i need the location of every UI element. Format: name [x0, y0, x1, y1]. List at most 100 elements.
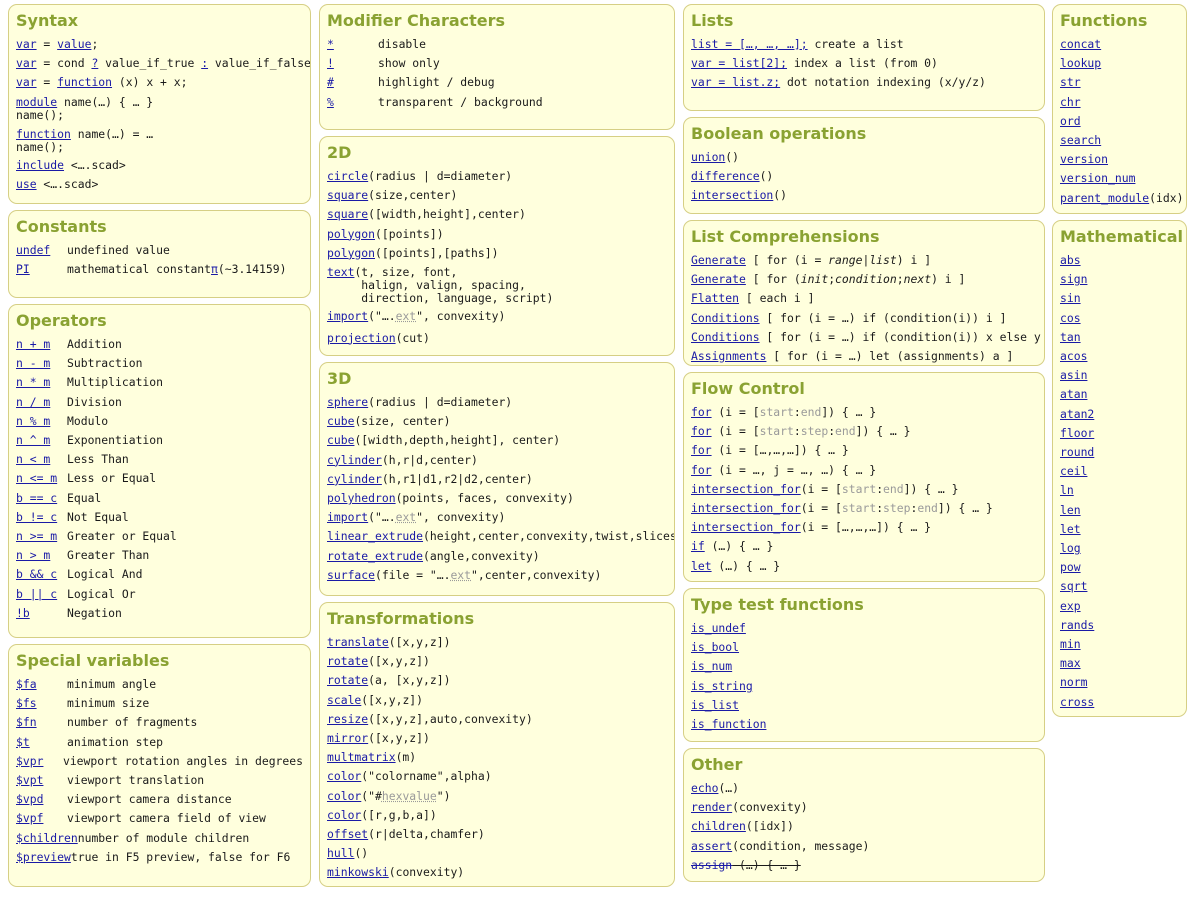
atan2-link[interactable]: atan2	[1060, 407, 1094, 421]
sign-link[interactable]: sign	[1060, 272, 1087, 286]
special-variable-key-link[interactable]: $t	[16, 733, 67, 752]
value-link[interactable]: value	[57, 37, 91, 51]
operator-key-link[interactable]: b != c	[16, 508, 67, 527]
import-link[interactable]: import	[327, 510, 368, 524]
var-list-2-link[interactable]: var = list[2];	[691, 56, 787, 70]
special-variable-key-link[interactable]: $vpt	[16, 771, 67, 790]
render-link[interactable]: render	[691, 800, 732, 814]
ord-link[interactable]: ord	[1060, 114, 1081, 128]
function-link[interactable]: function	[16, 127, 71, 141]
round-link[interactable]: round	[1060, 445, 1094, 459]
is-string-link[interactable]: is_string	[691, 679, 753, 693]
translate-link[interactable]: translate	[327, 635, 389, 649]
special-variable-key-link[interactable]: $vpf	[16, 809, 67, 828]
intersection-link[interactable]: intersection	[691, 188, 773, 202]
let-link[interactable]: let	[1060, 522, 1081, 536]
parent-module-link[interactable]: parent_module	[1060, 191, 1149, 205]
operator-key-link[interactable]: n - m	[16, 354, 67, 373]
modifier-key-link[interactable]: *	[327, 35, 378, 54]
modifier-key-link[interactable]: %	[327, 93, 378, 112]
color-link[interactable]: color	[327, 769, 361, 783]
abs-link[interactable]: abs	[1060, 253, 1081, 267]
rands-link[interactable]: rands	[1060, 618, 1094, 632]
pi-symbol-link[interactable]: π	[211, 260, 218, 279]
operator-key-link[interactable]: n + m	[16, 335, 67, 354]
modifier-key-link[interactable]: #	[327, 73, 378, 92]
circle-link[interactable]: circle	[327, 169, 368, 183]
if-link[interactable]: if	[691, 539, 705, 553]
chr-link[interactable]: chr	[1060, 95, 1081, 109]
import-link[interactable]: import	[327, 309, 368, 323]
ceil-link[interactable]: ceil	[1060, 464, 1087, 478]
var-link[interactable]: var	[16, 37, 37, 51]
special-variable-key-link[interactable]: $preview	[16, 848, 71, 867]
children-link[interactable]: children	[691, 819, 746, 833]
log-link[interactable]: log	[1060, 541, 1081, 555]
for-link[interactable]: for	[691, 443, 712, 457]
conditions-link[interactable]: Conditions	[691, 311, 760, 325]
special-variable-key-link[interactable]: $vpd	[16, 790, 67, 809]
rotate-link[interactable]: rotate	[327, 654, 368, 668]
is-function-link[interactable]: is_function	[691, 717, 766, 731]
operator-key-link[interactable]: n * m	[16, 373, 67, 392]
polygon-link[interactable]: polygon	[327, 227, 375, 241]
concat-link[interactable]: concat	[1060, 37, 1101, 51]
special-variable-key-link[interactable]: $fn	[16, 713, 67, 732]
operator-key-link[interactable]: n / m	[16, 393, 67, 412]
for-link[interactable]: for	[691, 463, 712, 477]
special-variable-key-link[interactable]: $vpr	[16, 752, 63, 771]
special-variable-key-link[interactable]: $fs	[16, 694, 67, 713]
operator-key-link[interactable]: n < m	[16, 450, 67, 469]
cross-link[interactable]: cross	[1060, 695, 1094, 709]
undef-link[interactable]: undef	[16, 241, 67, 260]
surface-link[interactable]: surface	[327, 568, 375, 582]
multmatrix-link[interactable]: multmatrix	[327, 750, 396, 764]
lookup-link[interactable]: lookup	[1060, 56, 1101, 70]
cylinder-link[interactable]: cylinder	[327, 453, 382, 467]
union-link[interactable]: union	[691, 150, 725, 164]
operator-key-link[interactable]: n >= m	[16, 527, 67, 546]
asin-link[interactable]: asin	[1060, 368, 1087, 382]
assert-link[interactable]: assert	[691, 839, 732, 853]
square-link[interactable]: square	[327, 188, 368, 202]
mirror-link[interactable]: mirror	[327, 731, 368, 745]
acos-link[interactable]: acos	[1060, 349, 1087, 363]
operator-key-link[interactable]: !b	[16, 604, 67, 623]
version-num-link[interactable]: version_num	[1060, 171, 1135, 185]
scale-link[interactable]: scale	[327, 693, 361, 707]
include-link[interactable]: include	[16, 158, 64, 172]
echo-link[interactable]: echo	[691, 781, 718, 795]
color-link[interactable]: color	[327, 789, 361, 803]
use-link[interactable]: use	[16, 177, 37, 191]
intersection-for-link[interactable]: intersection_for	[691, 482, 801, 496]
var-link[interactable]: var	[16, 56, 37, 70]
operator-key-link[interactable]: b || c	[16, 585, 67, 604]
flatten-link[interactable]: Flatten	[691, 291, 739, 305]
minkowski-link[interactable]: minkowski	[327, 865, 389, 879]
for-link[interactable]: for	[691, 405, 712, 419]
max-link[interactable]: max	[1060, 656, 1081, 670]
conditions-link[interactable]: Conditions	[691, 330, 760, 344]
rotate-extrude-link[interactable]: rotate_extrude	[327, 549, 423, 563]
resize-link[interactable]: resize	[327, 712, 368, 726]
for-link[interactable]: for	[691, 424, 712, 438]
special-variable-key-link[interactable]: $children	[16, 829, 78, 848]
polygon-link[interactable]: polygon	[327, 246, 375, 260]
cos-link[interactable]: cos	[1060, 311, 1081, 325]
special-variable-key-link[interactable]: $fa	[16, 675, 67, 694]
sphere-link[interactable]: sphere	[327, 395, 368, 409]
cube-link[interactable]: cube	[327, 433, 354, 447]
intersection-for-link[interactable]: intersection_for	[691, 501, 801, 515]
operator-key-link[interactable]: n > m	[16, 546, 67, 565]
generate-link[interactable]: Generate	[691, 272, 746, 286]
version-link[interactable]: version	[1060, 152, 1108, 166]
is-list-link[interactable]: is_list	[691, 698, 739, 712]
assign-link[interactable]: assign	[691, 858, 732, 872]
function-literal-link[interactable]: function	[57, 75, 112, 89]
sqrt-link[interactable]: sqrt	[1060, 579, 1087, 593]
search-link[interactable]: search	[1060, 133, 1101, 147]
rotate-link[interactable]: rotate	[327, 673, 368, 687]
is-undef-link[interactable]: is_undef	[691, 621, 746, 635]
let-link[interactable]: let	[691, 559, 712, 573]
pi-link[interactable]: PI	[16, 260, 67, 279]
